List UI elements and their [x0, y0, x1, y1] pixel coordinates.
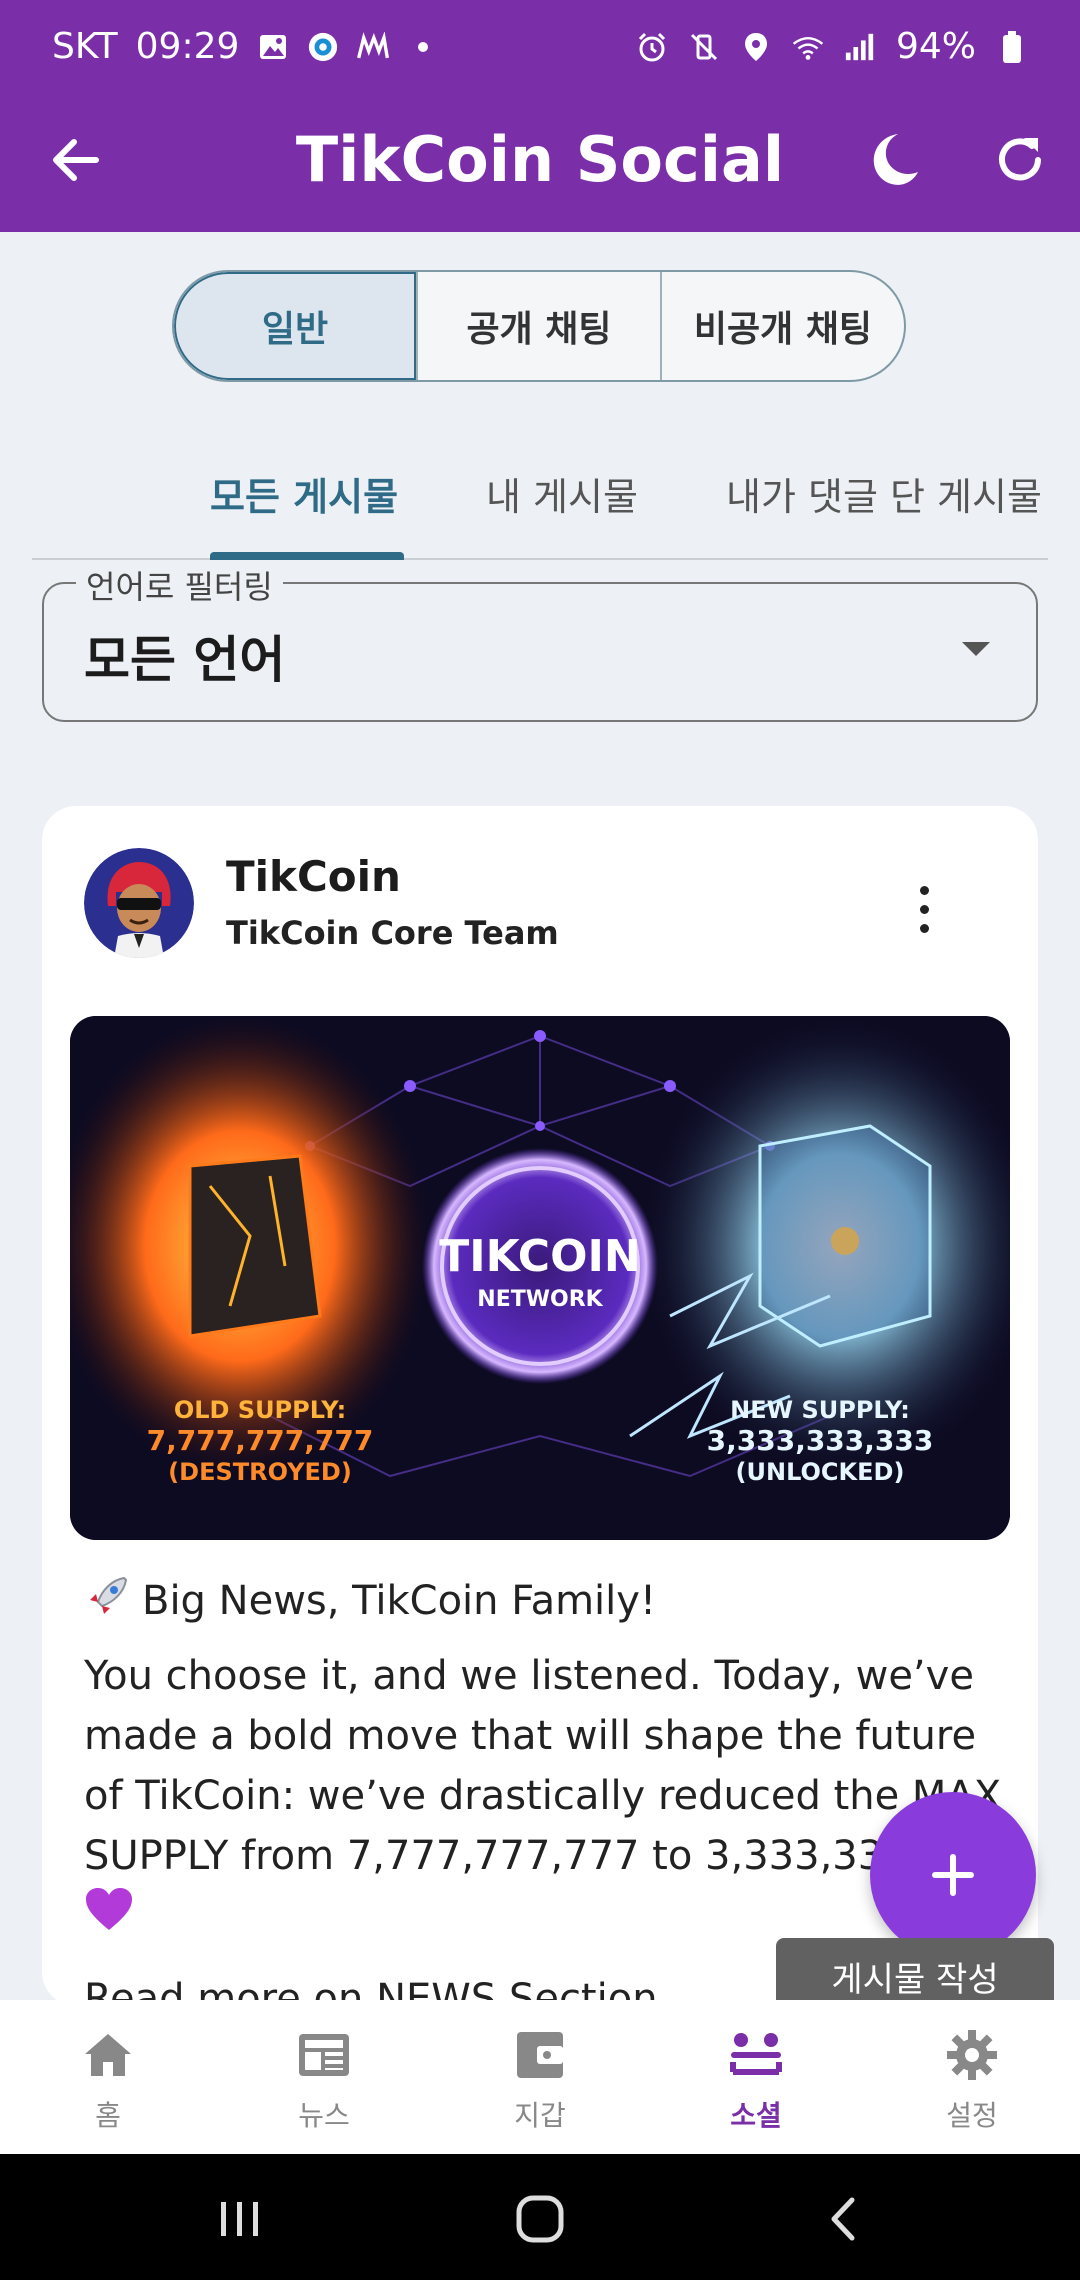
- dropdown-arrow-icon: [962, 642, 990, 656]
- nav-label-home: 홈: [95, 2099, 121, 2132]
- status-left: SKT 09:29: [52, 26, 439, 67]
- dark-mode-moon-icon[interactable]: [860, 128, 924, 192]
- social-icon: [727, 2026, 785, 2084]
- image-new-supply-label: NEW SUPPLY:: [730, 1396, 910, 1424]
- gear-icon: [943, 2026, 1001, 2084]
- carrier-label: SKT: [52, 26, 118, 67]
- recent-apps-icon[interactable]: [215, 2194, 265, 2244]
- language-filter-value: 모든 언어: [84, 631, 286, 689]
- home-button-icon[interactable]: [515, 2194, 565, 2244]
- refresh-icon[interactable]: [988, 128, 1052, 192]
- nav-item-settings[interactable]: 설정: [892, 2026, 1052, 2134]
- home-icon: [79, 2026, 137, 2084]
- post-author-name[interactable]: TikCoin: [226, 852, 401, 901]
- wifi-icon: [792, 31, 824, 63]
- post-image[interactable]: TIKCOIN NETWORK OLD SUPPLY: 7,777,777,77…: [70, 1016, 1010, 1540]
- tab-my-posts[interactable]: 내 게시물: [486, 466, 638, 521]
- rocket-icon: [84, 1572, 132, 1630]
- signal-icon: [844, 31, 876, 63]
- nav-item-wallet[interactable]: 지갑: [460, 2026, 620, 2134]
- image-new-supply-value: 3,333,333,333: [707, 1424, 934, 1457]
- wallet-icon: [511, 2026, 569, 2084]
- image-brand-bottom: NETWORK: [477, 1287, 603, 1312]
- location-icon: [740, 31, 772, 63]
- mute-vibrate-icon: [688, 31, 720, 63]
- nav-item-social[interactable]: 소셜: [676, 2026, 836, 2134]
- alarm-icon: [636, 31, 668, 63]
- post-body-line: of TikCoin: we’ve drastically reduced th…: [84, 1773, 1002, 1819]
- nav-item-news[interactable]: 뉴스: [244, 2026, 404, 2134]
- language-filter-label: 언어로 필터링: [76, 562, 283, 608]
- tab-commented-posts[interactable]: 내가 댓글 단 게시물: [726, 466, 1042, 521]
- post-body-line: You choose it, and we listened. Today, w…: [84, 1653, 974, 1699]
- tab-all-posts[interactable]: 모든 게시물: [210, 466, 398, 521]
- image-old-supply-status: (DESTROYED): [168, 1458, 352, 1486]
- status-bar: SKT 09:29 94%: [0, 0, 1080, 100]
- segment-public-chat[interactable]: 공개 채팅: [418, 272, 662, 380]
- gallery-notification-icon: [257, 31, 289, 63]
- segment-private-chat[interactable]: 비공개 채팅: [662, 272, 904, 380]
- nav-label-settings: 설정: [946, 2099, 998, 2132]
- post-headline-row: Big News, TikCoin Family!: [84, 1572, 656, 1630]
- nav-label-social: 소셜: [730, 2099, 782, 2132]
- clock: 09:29: [135, 26, 240, 67]
- create-post-fab[interactable]: [870, 1792, 1036, 1958]
- system-back-icon[interactable]: [820, 2194, 870, 2244]
- app-bar: TikCoin Social: [0, 100, 1080, 232]
- post-author-subtitle: TikCoin Core Team: [226, 914, 559, 952]
- system-navigation-bar: [0, 2154, 1080, 2280]
- more-notifications-dot-icon: [407, 31, 439, 63]
- app-notification-icon: [307, 31, 339, 63]
- tab-indicator: [210, 552, 404, 560]
- segment-general[interactable]: 일반: [174, 272, 418, 380]
- bottom-navigation: 홈 뉴스 지갑 소셜 설정: [0, 2000, 1080, 2154]
- battery-icon: [996, 30, 1028, 63]
- battery-percent: 94%: [895, 26, 976, 67]
- post-more-options-icon[interactable]: [918, 886, 930, 933]
- status-right: 94%: [636, 26, 1028, 67]
- post-filter-tabs: 모든 게시물 내 게시물 내가 댓글 단 게시물: [32, 440, 1048, 560]
- nav-label-wallet: 지갑: [514, 2099, 566, 2132]
- post-headline: Big News, TikCoin Family!: [142, 1578, 656, 1624]
- image-old-supply-label: OLD SUPPLY:: [174, 1396, 346, 1424]
- image-brand-top: TIKCOIN: [439, 1231, 640, 1282]
- image-old-supply-value: 7,777,777,777: [147, 1424, 374, 1457]
- post-body-line: made a bold move that will shape the fut…: [84, 1713, 977, 1759]
- nav-label-news: 뉴스: [298, 2099, 350, 2132]
- brand-notification-icon: [357, 31, 390, 63]
- nav-item-home[interactable]: 홈: [28, 2026, 188, 2134]
- language-filter-dropdown[interactable]: 언어로 필터링 모든 언어: [42, 562, 1038, 722]
- author-avatar[interactable]: [84, 848, 194, 958]
- chat-type-segmented-control: 일반 공개 채팅 비공개 채팅: [172, 270, 906, 382]
- image-new-supply-status: (UNLOCKED): [736, 1458, 905, 1486]
- back-arrow-icon[interactable]: [46, 130, 106, 190]
- news-icon: [295, 2026, 353, 2084]
